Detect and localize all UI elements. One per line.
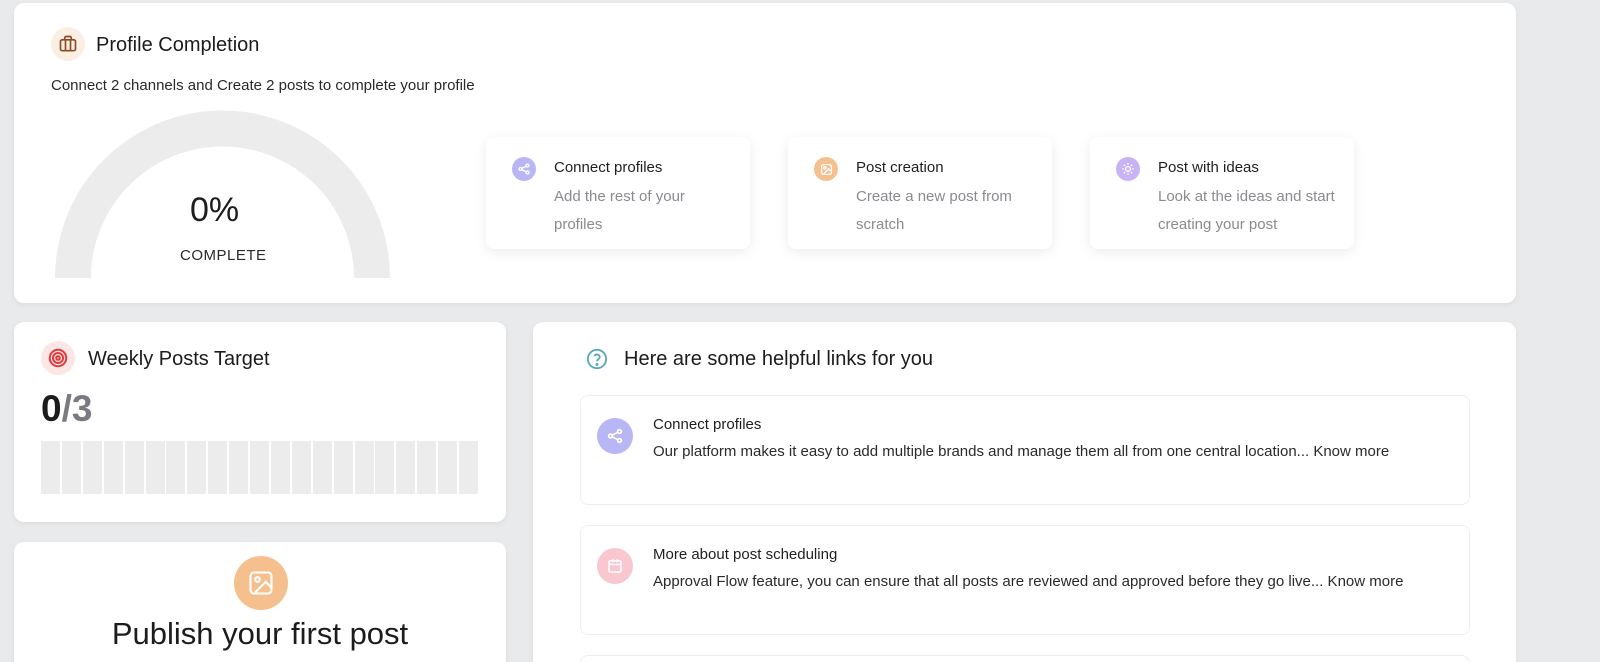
weekly-target-goal: /3 <box>61 388 93 429</box>
progress-segment <box>187 441 207 494</box>
step-description: Create a new post from scratch <box>856 188 1012 233</box>
weekly-target-count: 0/3 <box>41 388 92 430</box>
progress-segment <box>61 441 81 494</box>
step-post-creation[interactable]: Post creation Create a new post from scr… <box>788 137 1052 249</box>
step-description: Add the rest of your profiles <box>554 188 685 233</box>
completion-label: COMPLETE <box>180 247 267 264</box>
progress-segment <box>291 441 311 494</box>
briefcase-icon <box>51 27 85 61</box>
progress-segment <box>417 441 437 494</box>
weekly-target-current: 0 <box>41 388 62 429</box>
helpful-link-description: Our platform makes it easy to add multip… <box>653 443 1390 460</box>
helpful-link-description: Approval Flow feature, you can ensure th… <box>653 573 1404 590</box>
progress-segment <box>438 441 458 494</box>
image-icon <box>234 556 288 610</box>
helpful-link-next[interactable] <box>580 655 1470 662</box>
progress-segment <box>312 441 332 494</box>
progress-segment <box>459 441 478 494</box>
progress-segment <box>333 441 353 494</box>
step-title: Connect profiles <box>554 159 663 176</box>
share-icon <box>512 157 536 181</box>
publish-first-post-card: Publish your first post <box>14 542 506 662</box>
progress-segment <box>82 441 102 494</box>
progress-segment <box>124 441 144 494</box>
step-title: Post creation <box>856 159 944 176</box>
weekly-target-title: Weekly Posts Target <box>88 348 270 370</box>
publish-first-post-title: Publish your first post <box>111 616 409 651</box>
profile-completion-subtitle: Connect 2 channels and Create 2 posts to… <box>51 77 475 94</box>
helpful-link-title: More about post scheduling <box>653 546 838 563</box>
share-icon <box>597 418 633 454</box>
progress-segment <box>145 441 165 494</box>
progress-segment <box>41 441 60 494</box>
progress-segment <box>396 441 416 494</box>
calendar-icon <box>597 548 633 584</box>
progress-segment <box>270 441 290 494</box>
helpful-link-post-scheduling[interactable]: More about post scheduling Approval Flow… <box>580 525 1470 635</box>
helpful-links-title: Here are some helpful links for you <box>624 348 934 370</box>
progress-segment <box>166 441 186 494</box>
step-title: Post with ideas <box>1158 159 1259 176</box>
image-icon <box>814 157 838 181</box>
helpful-link-connect-profiles[interactable]: Connect profiles Our platform makes it e… <box>580 395 1470 505</box>
progress-segment <box>375 441 395 494</box>
step-connect-profiles[interactable]: Connect profiles Add the rest of your pr… <box>486 137 750 249</box>
step-post-with-ideas[interactable]: Post with ideas Look at the ideas and st… <box>1090 137 1354 249</box>
completion-percent: 0% <box>190 191 240 229</box>
progress-segment <box>103 441 123 494</box>
helpful-link-title: Connect profiles <box>653 416 762 433</box>
step-description: Look at the ideas and start creating you… <box>1158 188 1335 233</box>
progress-segment <box>250 441 269 494</box>
lightbulb-icon <box>1116 157 1140 181</box>
question-icon <box>586 348 608 370</box>
progress-segment <box>354 441 374 494</box>
target-icon <box>41 341 75 375</box>
progress-segment <box>229 441 249 494</box>
profile-completion-title: Profile Completion <box>96 34 260 56</box>
progress-segment <box>208 441 228 494</box>
